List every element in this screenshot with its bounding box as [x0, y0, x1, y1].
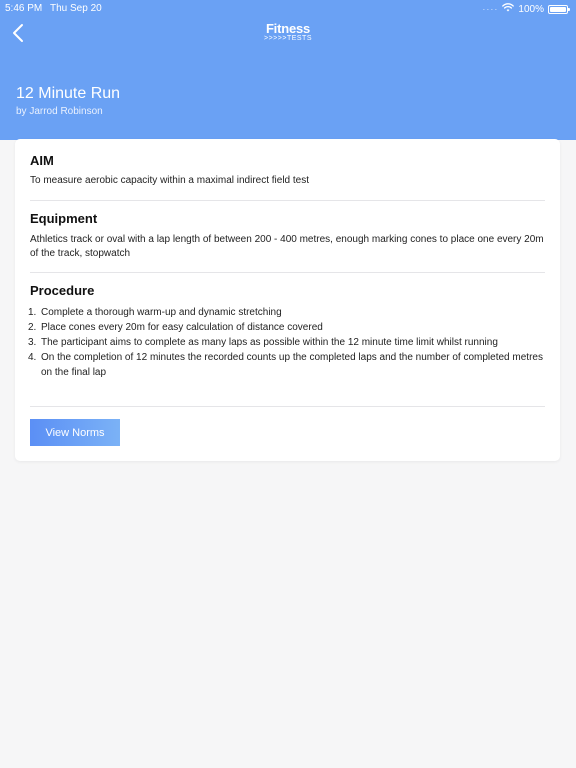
divider [30, 406, 545, 407]
equipment-heading: Equipment [30, 211, 98, 226]
divider [30, 200, 545, 201]
procedure-step: 3. The participant aims to complete as m… [28, 335, 545, 350]
aim-heading: AIM [30, 153, 54, 168]
aim-text: To measure aerobic capacity within a max… [30, 175, 310, 186]
logo-top-text: Fitness [265, 21, 311, 36]
divider [30, 272, 545, 273]
battery-percentage: 100% [518, 3, 544, 15]
status-indicators: ···· 100% [482, 3, 570, 15]
status-date: Thu Sep 20 [50, 3, 102, 14]
procedure-step: 1. Complete a thorough warm-up and dynam… [28, 305, 545, 320]
procedure-list: 1. Complete a thorough warm-up and dynam… [28, 305, 545, 380]
wifi-icon [502, 3, 515, 15]
procedure-step-number: 3. [28, 337, 37, 348]
page-title: 12 Minute Run [16, 85, 121, 102]
procedure-step-number: 2. [28, 322, 37, 333]
battery-fill [550, 6, 566, 12]
procedure-heading: Procedure [30, 283, 95, 298]
procedure-step-number: 4. [28, 352, 37, 363]
status-bar: 5:46 PM Thu Sep 20 ···· 100% [0, 0, 576, 16]
test-details-card: AIM To measure aerobic capacity within a… [15, 139, 560, 461]
page-author: by Jarrod Robinson [16, 106, 103, 117]
header: 5:46 PM Thu Sep 20 ···· 100% Fitness >>>… [0, 0, 576, 140]
signal-icon: ···· [482, 4, 499, 14]
chevron-left-icon [13, 24, 23, 42]
procedure-step: 2. Place cones every 20m for easy calcul… [28, 320, 545, 335]
procedure-step-number: 1. [28, 307, 37, 318]
view-norms-button[interactable]: View Norms [30, 419, 120, 446]
equipment-text: Athletics track or oval with a lap lengt… [30, 234, 544, 259]
procedure-step: 4. On the completion of 12 minutes the r… [28, 350, 545, 380]
procedure-step-text: On the completion of 12 minutes the reco… [41, 352, 543, 378]
status-time: 5:46 PM [5, 3, 43, 14]
logo-bottom-text: >>>>>TESTS [264, 35, 312, 42]
procedure-step-text: Place cones every 20m for easy calculati… [41, 322, 323, 333]
back-button[interactable] [6, 20, 32, 46]
procedure-step-text: The participant aims to complete as many… [41, 337, 498, 348]
battery-icon [548, 4, 570, 14]
procedure-step-text: Complete a thorough warm-up and dynamic … [41, 307, 282, 318]
fitness-tests-logo: Fitness >>>>>TESTS [258, 22, 318, 44]
